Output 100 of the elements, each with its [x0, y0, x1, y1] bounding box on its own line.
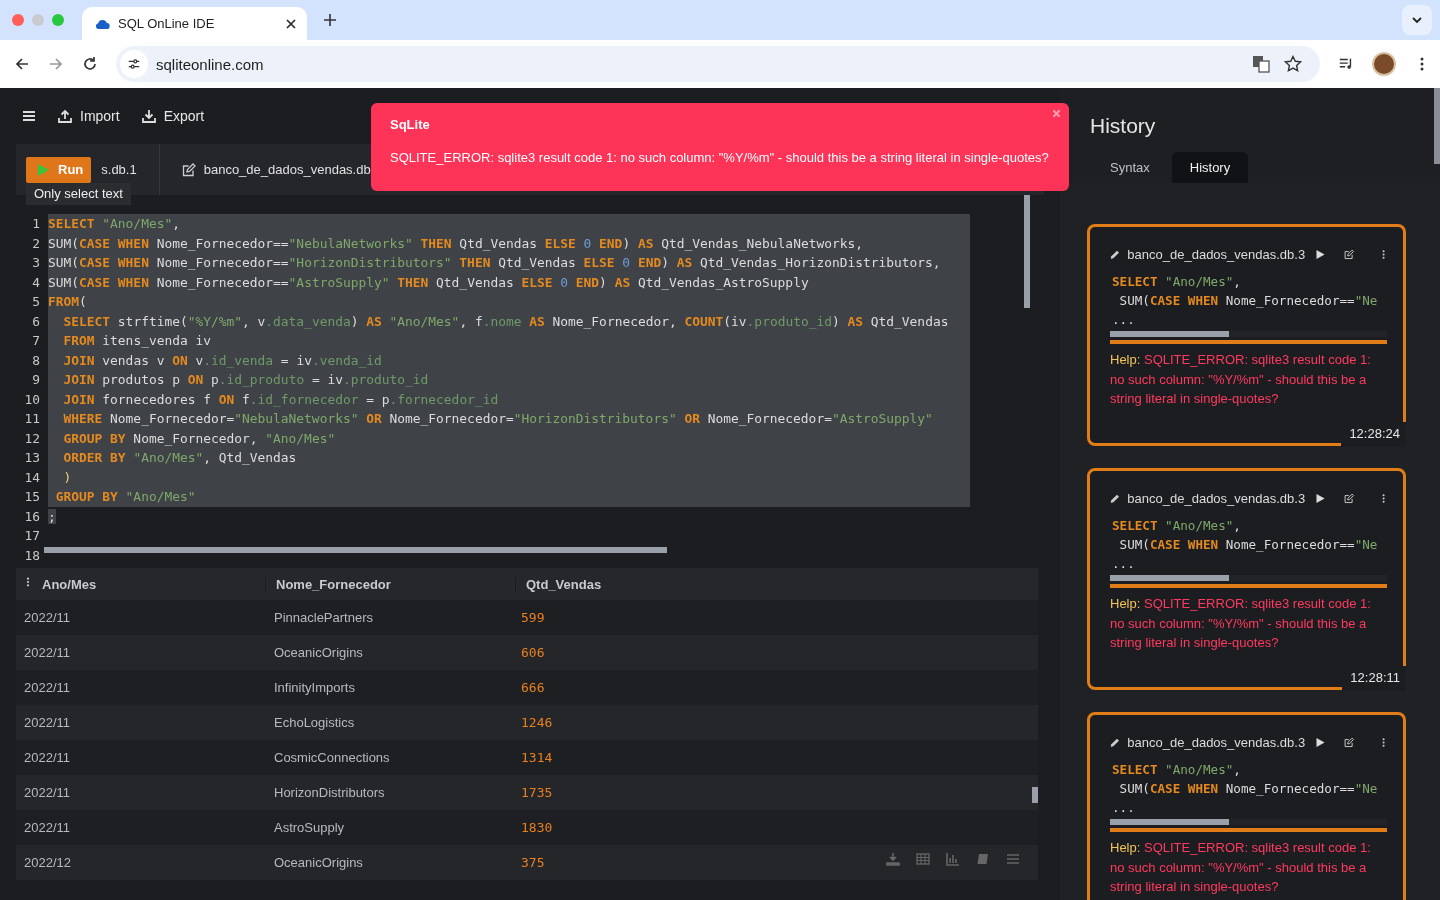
- line-number: 8: [31, 351, 41, 370]
- tab-search-button[interactable]: [1402, 5, 1432, 35]
- download-icon: [141, 109, 156, 123]
- play-icon[interactable]: [1315, 736, 1326, 749]
- column-header[interactable]: Qtd_Vendas: [516, 576, 766, 592]
- table-cell-text: InfinityImports: [273, 680, 356, 695]
- scrollbar[interactable]: [44, 547, 667, 553]
- code-line: SELECT "Ano/Mes",: [1112, 273, 1242, 291]
- panel-tab[interactable]: Syntax: [1092, 152, 1168, 183]
- table-cell-text: EchoLogistics: [273, 715, 356, 730]
- back-icon[interactable]: [14, 56, 30, 72]
- caret-icon[interactable]: [1411, 14, 1423, 26]
- table-cell-text: 2022/11: [23, 645, 72, 660]
- line-number: 7: [31, 332, 41, 350]
- ellipsis: ...: [1112, 555, 1136, 573]
- table-cell-text: 1314: [520, 750, 554, 765]
- more-icon[interactable]: [26, 577, 30, 587]
- edit-icon[interactable]: [1344, 492, 1355, 505]
- editor-tab[interactable]: banco_de_dados_vendas.db: [158, 144, 371, 195]
- scrollbar[interactable]: [1110, 575, 1229, 581]
- help-message: Help: SQLITE_ERROR: sqlite3 result code 1: no such column: "%Y/%m" - should this be a string literal in single-quotes?: [1110, 595, 1372, 652]
- export-button[interactable]: Export: [141, 108, 205, 124]
- play-icon[interactable]: [1315, 248, 1326, 261]
- file-name: banco_de_dados_vendas.db.3: [1127, 491, 1306, 506]
- pencil-icon: [1110, 736, 1121, 749]
- help-message: Help: SQLITE_ERROR: sqlite3 result code 1: no such column: "%Y/%m" - should this be a string literal in single-quotes?: [1110, 351, 1372, 408]
- menu-icon[interactable]: [22, 109, 36, 123]
- table-cell-text: PinnaclePartners: [273, 610, 374, 625]
- table-cell-text: 599: [520, 610, 546, 625]
- code-line: ORDER BY "Ano/Mes", Qtd_Vendas: [62, 449, 297, 467]
- ellipsis: ...: [1112, 799, 1136, 817]
- code-line: JOIN produtos p ON p.id_produto = iv.produto_id: [62, 371, 429, 389]
- line-number: 15: [23, 488, 41, 506]
- toast-title: SqLite: [390, 117, 431, 132]
- table-icon[interactable]: [916, 852, 930, 866]
- code-line: SUM(CASE WHEN Nome_Fornecedor=="NebulaNetworks" THEN Qtd_Vendas ELSE 0 END) AS Qtd_Vendas_NebulaNetworks,: [48, 234, 863, 253]
- tab-title: SQL OnLine IDE: [118, 16, 216, 31]
- url-text: sqliteonline.com: [156, 55, 264, 73]
- timestamp: 12:28:11: [1342, 666, 1406, 691]
- code-line: SUM(CASE WHEN Nome_Fornecedor=="Ne: [1118, 536, 1379, 554]
- browser-tab[interactable]: SQL OnLine IDE: [82, 7, 307, 40]
- line-number: 6: [31, 312, 41, 331]
- line-number: 16: [23, 507, 41, 526]
- scrollbar[interactable]: [1024, 195, 1030, 308]
- table-cell-text: 1246: [520, 715, 554, 730]
- column-header[interactable]: Nome_Fornecedor: [266, 576, 516, 592]
- line-number: 13: [23, 449, 41, 467]
- scrollbar[interactable]: [1110, 819, 1229, 825]
- profile-avatar[interactable]: [1372, 52, 1396, 76]
- import-button[interactable]: Import: [58, 108, 120, 124]
- code-line: WHERE Nome_Fornecedor="NebulaNetworks" OR Nome_Fornecedor="HorizonDistributors" OR Nome_Fornecedor="AstroSupply": [62, 410, 933, 428]
- play-icon: [36, 162, 50, 177]
- close-icon[interactable]: [285, 17, 297, 30]
- panel-tab[interactable]: History: [1171, 152, 1249, 183]
- address-bar[interactable]: sqliteonline.com: [116, 46, 1320, 82]
- more-icon[interactable]: [1381, 248, 1385, 261]
- code-line: GROUP BY Nome_Fornecedor, "Ano/Mes": [62, 429, 336, 448]
- table-cell-text: OceanicOrigins: [273, 645, 364, 660]
- line-number: 10: [23, 390, 41, 409]
- file-name: banco_de_dados_vendas.db.3: [1127, 247, 1306, 262]
- line-number: 4: [31, 273, 41, 292]
- new-tab-icon[interactable]: [323, 13, 337, 27]
- code-line: SUM(CASE WHEN Nome_Fornecedor=="HorizonDistributors" THEN Qtd_Vendas ELSE 0 END) AS Qtd_Vendas_HorizonDistributors,: [48, 254, 941, 272]
- download-icon[interactable]: [886, 852, 900, 866]
- code-line: JOIN fornecedores f ON f.id_fornecedor = p.fornecedor_id: [62, 390, 499, 409]
- table-cell-text: 1830: [520, 820, 554, 835]
- edit-icon[interactable]: [1344, 248, 1355, 261]
- scrollbar[interactable]: [1434, 88, 1440, 164]
- code-line: SUM(CASE WHEN Nome_Fornecedor=="AstroSupply" THEN Qtd_Vendas ELSE 0 END) AS Qtd_Vendas_AstroSupply: [48, 273, 809, 292]
- line-number: 1: [31, 215, 41, 233]
- edit-icon: [181, 162, 196, 177]
- column-header[interactable]: Ano/Mes: [16, 576, 266, 592]
- play-icon[interactable]: [1315, 492, 1326, 505]
- more-icon[interactable]: [1381, 736, 1385, 749]
- toast-message: SQLITE_ERROR: sqlite3 result code 1: no such column: "%Y/%m" - should this be a string literal in single-quotes?: [390, 150, 1050, 165]
- scrollbar[interactable]: [1032, 787, 1038, 803]
- line-number: 9: [31, 371, 41, 389]
- file-name: banco_de_dados_vendas.db.3: [1127, 735, 1306, 750]
- star-icon[interactable]: [1284, 55, 1302, 73]
- table-cell-text: 2022/12: [23, 855, 72, 870]
- forward-icon[interactable]: [48, 56, 64, 72]
- table-cell-text: 2022/11: [23, 750, 72, 765]
- code-line: SUM(CASE WHEN Nome_Fornecedor=="Ne: [1118, 292, 1379, 310]
- pencil-icon: [1110, 248, 1121, 261]
- site-settings-icon[interactable]: [120, 50, 148, 78]
- table-cell-text: 2022/11: [23, 610, 72, 625]
- reload-icon[interactable]: [82, 56, 98, 72]
- tooltip: Only select text: [26, 183, 131, 205]
- more-icon[interactable]: [1381, 492, 1385, 505]
- line-number: 2: [31, 234, 41, 253]
- line-number: 18: [23, 546, 41, 565]
- code-line: FROM(: [48, 293, 87, 311]
- edit-icon[interactable]: [1344, 736, 1355, 749]
- line-number: 11: [23, 410, 41, 428]
- table-cell-text: 666: [520, 680, 546, 695]
- pencil-icon: [1110, 492, 1121, 505]
- ellipsis: ...: [1112, 311, 1136, 329]
- line-number: 14: [23, 468, 41, 487]
- scrollbar[interactable]: [1110, 331, 1229, 337]
- media-control-icon[interactable]: [1338, 56, 1354, 72]
